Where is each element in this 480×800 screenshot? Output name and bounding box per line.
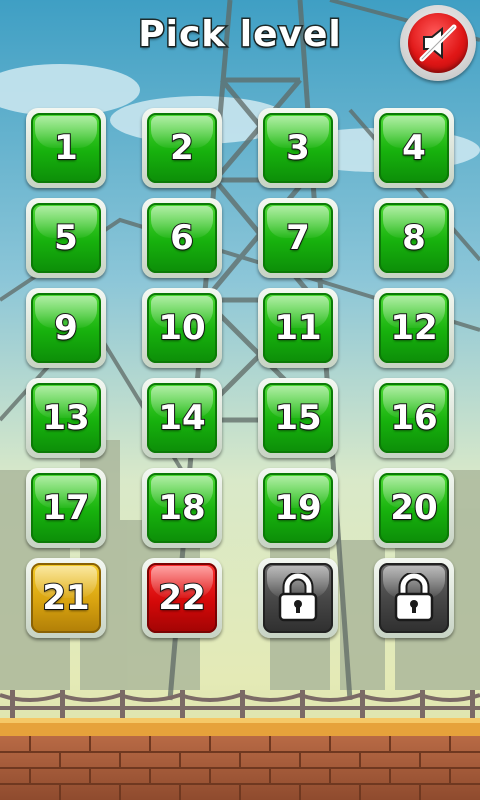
level-button-8[interactable]: 8 xyxy=(374,198,454,278)
level-button-face: 10 xyxy=(147,293,217,363)
level-button-10[interactable]: 10 xyxy=(142,288,222,368)
level-number: 19 xyxy=(273,487,322,529)
level-button-face: 8 xyxy=(379,203,449,273)
level-button-15[interactable]: 15 xyxy=(258,378,338,458)
level-button-face xyxy=(263,563,333,633)
level-number: 6 xyxy=(169,217,195,259)
level-button-2[interactable]: 2 xyxy=(142,108,222,188)
level-button-face: 1 xyxy=(31,113,101,183)
level-number: 15 xyxy=(273,397,322,439)
level-number: 17 xyxy=(41,487,90,529)
level-grid: 1 2 3 4 5 6 7 8 9 10 11 12 13 14 15 16 17 18 19 20 21 22 xyxy=(26,108,456,638)
level-button-face: 22 xyxy=(147,563,217,633)
level-button-13[interactable]: 13 xyxy=(26,378,106,458)
level-button-face xyxy=(379,563,449,633)
level-button-12[interactable]: 12 xyxy=(374,288,454,368)
level-button-19[interactable]: 19 xyxy=(258,468,338,548)
level-button-18[interactable]: 18 xyxy=(142,468,222,548)
level-number: 7 xyxy=(285,217,311,259)
level-number: 4 xyxy=(401,127,427,169)
level-button-face: 6 xyxy=(147,203,217,273)
level-number: 2 xyxy=(169,127,195,169)
level-button-face: 15 xyxy=(263,383,333,453)
padlock-icon xyxy=(278,573,318,622)
level-button-4[interactable]: 4 xyxy=(374,108,454,188)
level-button-face: 21 xyxy=(31,563,101,633)
level-button-16[interactable]: 16 xyxy=(374,378,454,458)
level-button-20[interactable]: 20 xyxy=(374,468,454,548)
level-number: 11 xyxy=(273,307,322,349)
level-button-face: 11 xyxy=(263,293,333,363)
level-button-7[interactable]: 7 xyxy=(258,198,338,278)
level-button-3[interactable]: 3 xyxy=(258,108,338,188)
speaker-muted-icon xyxy=(419,24,457,62)
level-button-face: 5 xyxy=(31,203,101,273)
level-number: 5 xyxy=(53,217,79,259)
level-button-face: 4 xyxy=(379,113,449,183)
level-button-face: 20 xyxy=(379,473,449,543)
level-number: 22 xyxy=(157,577,206,619)
level-button-face: 13 xyxy=(31,383,101,453)
level-button-face: 7 xyxy=(263,203,333,273)
level-number: 14 xyxy=(157,397,206,439)
level-number: 21 xyxy=(41,577,90,619)
level-button-locked[interactable] xyxy=(258,558,338,638)
level-button-9[interactable]: 9 xyxy=(26,288,106,368)
level-number: 3 xyxy=(285,127,311,169)
level-button-22[interactable]: 22 xyxy=(142,558,222,638)
level-button-face: 12 xyxy=(379,293,449,363)
level-button-21[interactable]: 21 xyxy=(26,558,106,638)
level-number: 8 xyxy=(401,217,427,259)
level-number: 9 xyxy=(53,307,79,349)
level-number: 12 xyxy=(389,307,438,349)
sound-toggle-button[interactable] xyxy=(400,5,476,81)
level-number: 1 xyxy=(53,127,79,169)
level-number: 16 xyxy=(389,397,438,439)
level-button-face: 2 xyxy=(147,113,217,183)
level-button-face: 19 xyxy=(263,473,333,543)
level-button-face: 18 xyxy=(147,473,217,543)
padlock-icon xyxy=(394,573,434,622)
level-button-11[interactable]: 11 xyxy=(258,288,338,368)
level-button-locked[interactable] xyxy=(374,558,454,638)
level-number: 10 xyxy=(157,307,206,349)
level-button-14[interactable]: 14 xyxy=(142,378,222,458)
level-number: 18 xyxy=(157,487,206,529)
level-number: 13 xyxy=(41,397,90,439)
level-button-face: 14 xyxy=(147,383,217,453)
level-button-face: 16 xyxy=(379,383,449,453)
level-button-face: 17 xyxy=(31,473,101,543)
level-number: 20 xyxy=(389,487,438,529)
level-button-5[interactable]: 5 xyxy=(26,198,106,278)
level-button-6[interactable]: 6 xyxy=(142,198,222,278)
level-button-face: 3 xyxy=(263,113,333,183)
level-button-1[interactable]: 1 xyxy=(26,108,106,188)
level-button-face: 9 xyxy=(31,293,101,363)
level-button-17[interactable]: 17 xyxy=(26,468,106,548)
